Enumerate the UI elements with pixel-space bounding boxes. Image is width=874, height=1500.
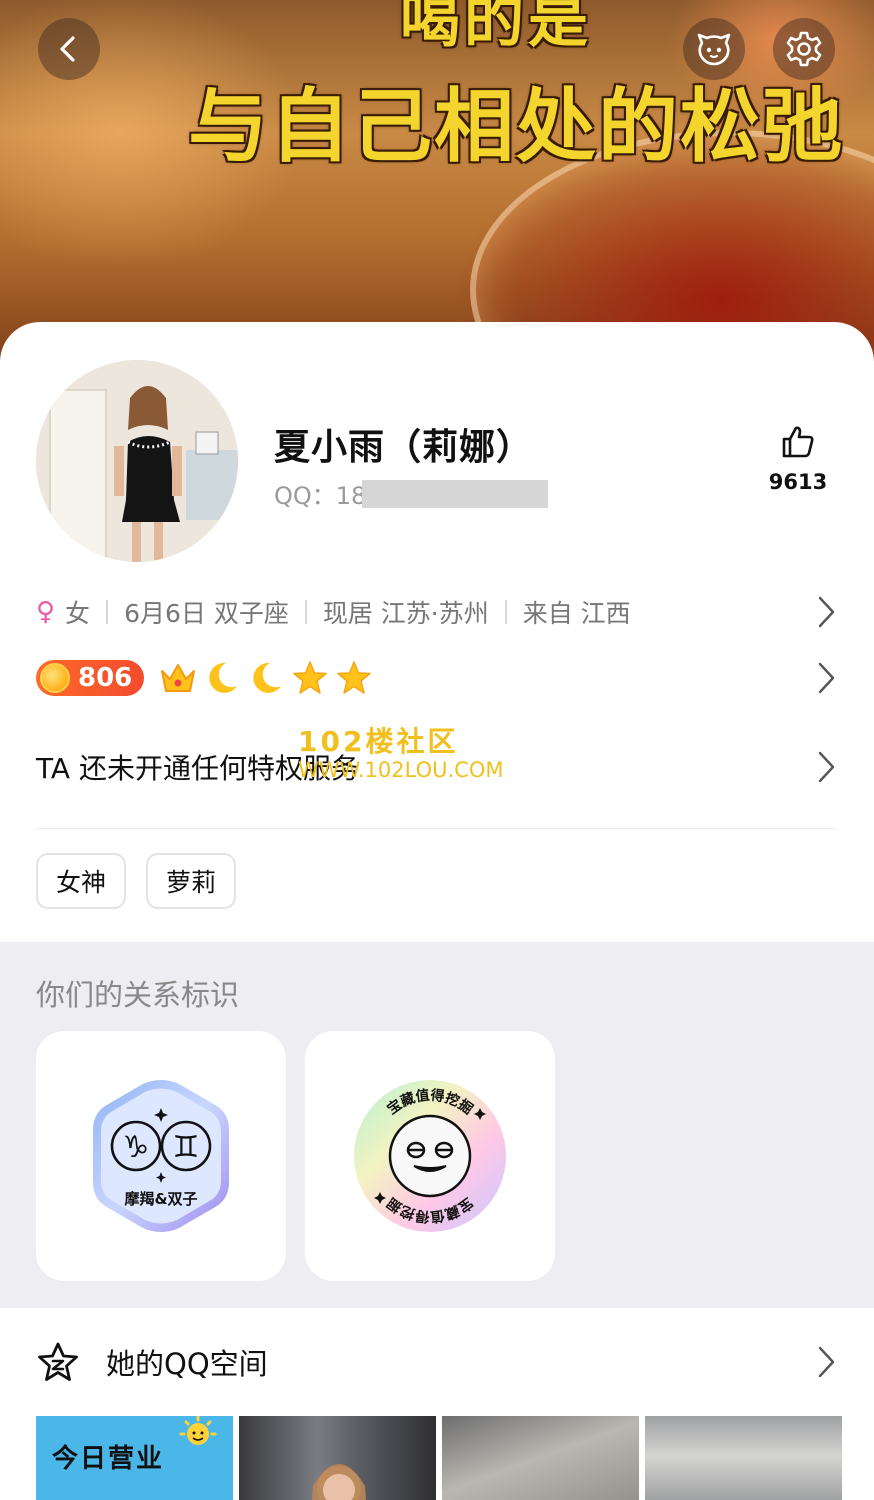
pet-face-icon <box>697 33 731 66</box>
gear-icon <box>786 31 822 67</box>
qzone-photo[interactable]: 今日营业 <box>36 1416 233 1500</box>
like-button[interactable]: 9613 <box>766 424 830 494</box>
qq-level-row[interactable]: 806 <box>36 656 836 700</box>
privilege-service-text: TA 还未开通任何特权服务 <box>36 752 359 785</box>
crown-icon <box>156 656 200 700</box>
qq-number-mask <box>362 479 549 508</box>
cover-text-line2: 与自己相处的松弛 <box>188 80 844 173</box>
treasure-relationship-badge[interactable]: 宝藏值得挖掘 宝藏值得挖掘 <box>305 1031 555 1281</box>
chevron-right-icon <box>818 662 835 694</box>
personal-tags: 女神 萝莉 <box>36 853 237 909</box>
qzone-photo[interactable] <box>239 1416 436 1500</box>
zodiac-badge-label: 摩羯&双子 <box>124 1190 197 1208</box>
qzone-title: 她的QQ空间 <box>106 1347 268 1381</box>
zodiac-badge-graphic: ♑ ♊ 摩羯&双子 <box>93 1080 229 1232</box>
treasure-badge-graphic: 宝藏值得挖掘 宝藏值得挖掘 <box>354 1080 506 1232</box>
chevron-right-icon <box>818 1346 835 1378</box>
qzone-photo[interactable] <box>645 1416 842 1500</box>
chevron-left-icon <box>60 36 75 62</box>
avatar-photo <box>36 360 238 562</box>
female-icon: ♀ <box>36 597 56 627</box>
sun-emoji-icon <box>179 1416 217 1445</box>
star-icon <box>332 656 376 700</box>
chevron-right-icon <box>818 596 835 628</box>
hometown-text: 来自 江西 <box>522 599 631 628</box>
birthday-text: 6月6日 双子座 <box>124 599 289 628</box>
avatar[interactable] <box>36 360 238 562</box>
location-text: 现居 江苏·苏州 <box>322 599 489 628</box>
chevron-right-icon <box>818 751 835 783</box>
profile-card: 夏小雨（莉娜） QQ：18 9613 ♀ 女 6月6日 双子座 现居 江苏·苏州… <box>0 322 874 942</box>
zodiac-relationship-badge[interactable]: ♑ ♊ 摩羯&双子 <box>36 1031 286 1281</box>
info-divider <box>504 600 507 624</box>
like-count: 9613 <box>768 470 828 494</box>
qzone-photo-caption: 今日营业 <box>52 1444 165 1474</box>
moon-icon <box>200 656 244 700</box>
qzone-entry-row[interactable]: 她的QQ空间 <box>36 1338 836 1386</box>
moon-icon <box>244 656 288 700</box>
photo-person-graphic <box>312 1464 366 1500</box>
qzone-star-icon <box>38 1342 78 1381</box>
relationship-section-title: 你们的关系标识 <box>36 978 240 1012</box>
gender-text: 女 <box>65 599 91 628</box>
cover-text-line1: 喝的是 <box>400 0 592 56</box>
info-divider <box>304 600 307 624</box>
zodiac-sign-a: ♑ <box>123 1130 150 1165</box>
qzone-photo[interactable] <box>442 1416 639 1500</box>
section-divider <box>36 828 836 829</box>
info-divider <box>106 600 109 624</box>
tag-chip[interactable]: 女神 <box>36 853 127 909</box>
basic-info-row[interactable]: ♀ 女 6月6日 双子座 现居 江苏·苏州 来自 江西 <box>36 590 836 634</box>
qq-number-prefix: QQ：18 <box>274 482 367 510</box>
qzone-photo-strip: 今日营业 <box>36 1416 842 1500</box>
level-badge: 806 <box>36 660 145 696</box>
tag-chip[interactable]: 萝莉 <box>146 853 237 909</box>
zodiac-sign-b: ♊ <box>173 1130 200 1165</box>
privilege-service-row[interactable]: TA 还未开通任何特权服务 <box>36 742 836 792</box>
pet-button[interactable] <box>683 18 745 80</box>
qzone-section: 她的QQ空间 今日营业 <box>0 1308 874 1500</box>
star-icon <box>288 656 332 700</box>
level-number: 806 <box>78 663 133 693</box>
nickname: 夏小雨（莉娜） <box>274 427 534 468</box>
qq-number: QQ：18 <box>274 476 549 511</box>
thumbs-up-icon <box>782 426 814 458</box>
settings-button[interactable] <box>773 18 835 80</box>
back-button[interactable] <box>38 18 100 80</box>
coin-icon <box>40 663 70 693</box>
